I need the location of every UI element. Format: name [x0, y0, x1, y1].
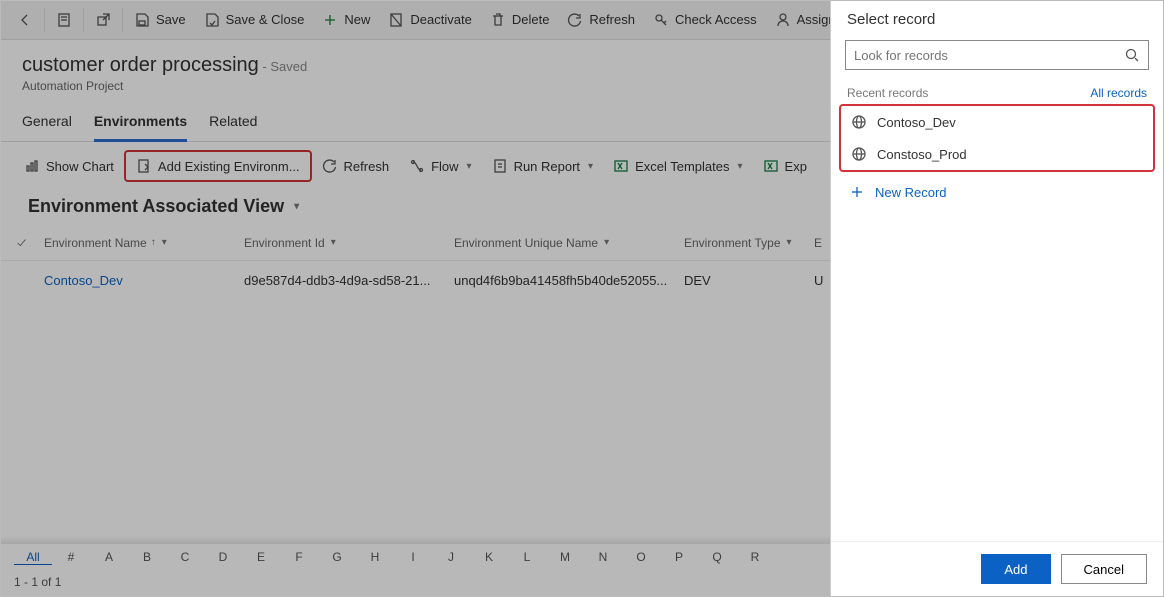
- globe-icon: [851, 114, 867, 130]
- new-record-label: New Record: [875, 185, 947, 200]
- record-item[interactable]: Constoso_Prod: [841, 138, 1153, 170]
- all-records-link[interactable]: All records: [1090, 86, 1147, 100]
- record-item-label: Contoso_Dev: [877, 115, 956, 130]
- add-button[interactable]: Add: [981, 554, 1050, 584]
- search-input[interactable]: [854, 48, 1124, 63]
- record-item-label: Constoso_Prod: [877, 147, 967, 162]
- recent-records-list: Contoso_Dev Constoso_Prod: [839, 104, 1155, 172]
- select-record-panel: Select record Recent records All records…: [830, 0, 1164, 597]
- record-item[interactable]: Contoso_Dev: [841, 106, 1153, 138]
- search-icon[interactable]: [1124, 47, 1140, 63]
- recent-records-label: Recent records: [847, 86, 928, 100]
- cancel-button[interactable]: Cancel: [1061, 554, 1147, 584]
- plus-icon: [849, 184, 865, 200]
- search-input-wrap[interactable]: [845, 40, 1149, 70]
- panel-title: Select record: [831, 1, 1163, 34]
- globe-icon: [851, 146, 867, 162]
- new-record-button[interactable]: New Record: [831, 176, 1163, 208]
